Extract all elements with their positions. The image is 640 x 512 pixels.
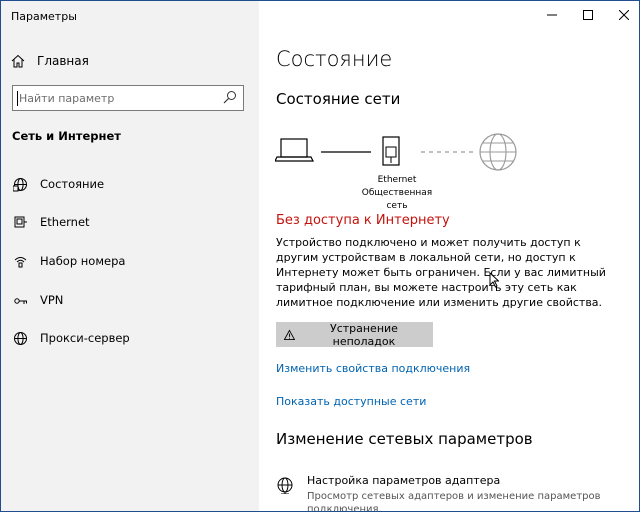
- ethernet-adapter-icon: [382, 136, 400, 166]
- show-available-networks-link[interactable]: Показать доступные сети: [276, 395, 426, 408]
- dialup-icon: [12, 253, 28, 269]
- laptop-icon: [275, 138, 314, 162]
- home-icon: [11, 54, 25, 68]
- adapter-settings-icon: [277, 477, 293, 494]
- close-icon: [619, 10, 629, 20]
- page-title: Состояние: [276, 47, 393, 71]
- sidebar-item-label: Прокси-сервер: [40, 331, 130, 345]
- status-heading: Без доступа к Интернету: [276, 213, 450, 228]
- minimize-icon: [547, 14, 557, 16]
- sidebar-home-label: Главная: [37, 54, 89, 68]
- sidebar-section-title: Сеть и Интернет: [12, 129, 121, 143]
- sidebar: Параметры Главная Сеть и Интернет: [1, 1, 259, 511]
- maximize-button[interactable]: [573, 5, 603, 25]
- close-button[interactable]: [609, 5, 639, 25]
- change-settings-title: Изменение сетевых параметров: [276, 430, 533, 448]
- adapter-name: Ethernet: [377, 175, 417, 185]
- network-type: Общественная сеть: [361, 188, 433, 211]
- settings-window: Параметры Главная Сеть и Интернет: [0, 0, 640, 512]
- mouse-cursor-icon: [489, 272, 499, 288]
- sidebar-item-label: VPN: [40, 293, 64, 307]
- sidebar-item-ethernet[interactable]: Ethernet: [12, 212, 90, 232]
- search-box[interactable]: [12, 85, 244, 111]
- network-status-title: Состояние сети: [276, 90, 401, 108]
- maximize-icon: [583, 10, 593, 20]
- window-title: Параметры: [11, 10, 77, 23]
- main-content: Состояние Состояние сети Ethernet Общест…: [259, 1, 639, 512]
- sidebar-item-vpn[interactable]: VPN: [12, 290, 63, 310]
- troubleshoot-button[interactable]: Устранение неполадок: [276, 321, 433, 348]
- text-caret: [17, 91, 18, 106]
- adapter-settings-title: Настройка параметров адаптера: [307, 474, 501, 487]
- globe-network-icon: [12, 176, 28, 192]
- globe-icon: [12, 330, 28, 346]
- vpn-icon: [12, 292, 28, 308]
- sidebar-item-proxy[interactable]: Прокси-сервер: [12, 328, 130, 348]
- adapter-label: Ethernet Общественная сеть: [352, 174, 442, 213]
- troubleshoot-label: Устранение неполадок: [329, 321, 398, 348]
- sidebar-item-label: Ethernet: [40, 215, 90, 229]
- sidebar-home[interactable]: Главная: [11, 51, 89, 71]
- search-input[interactable]: [19, 90, 209, 106]
- sidebar-item-dialup[interactable]: Набор номера: [12, 251, 125, 271]
- minimize-button[interactable]: [537, 5, 567, 25]
- sidebar-item-label: Состояние: [40, 177, 105, 191]
- change-connection-properties-link[interactable]: Изменить свойства подключения: [276, 362, 470, 375]
- sidebar-item-status[interactable]: Состояние: [12, 174, 104, 194]
- ethernet-icon: [12, 214, 28, 230]
- adapter-settings-description: Просмотр сетевых адаптеров и изменение п…: [307, 491, 601, 512]
- warning-icon: [284, 329, 295, 340]
- status-description: Устройство подключено и может получить д…: [276, 236, 606, 309]
- sidebar-item-label: Набор номера: [40, 254, 126, 268]
- globe-icon: [479, 133, 517, 171]
- search-icon[interactable]: [223, 90, 237, 104]
